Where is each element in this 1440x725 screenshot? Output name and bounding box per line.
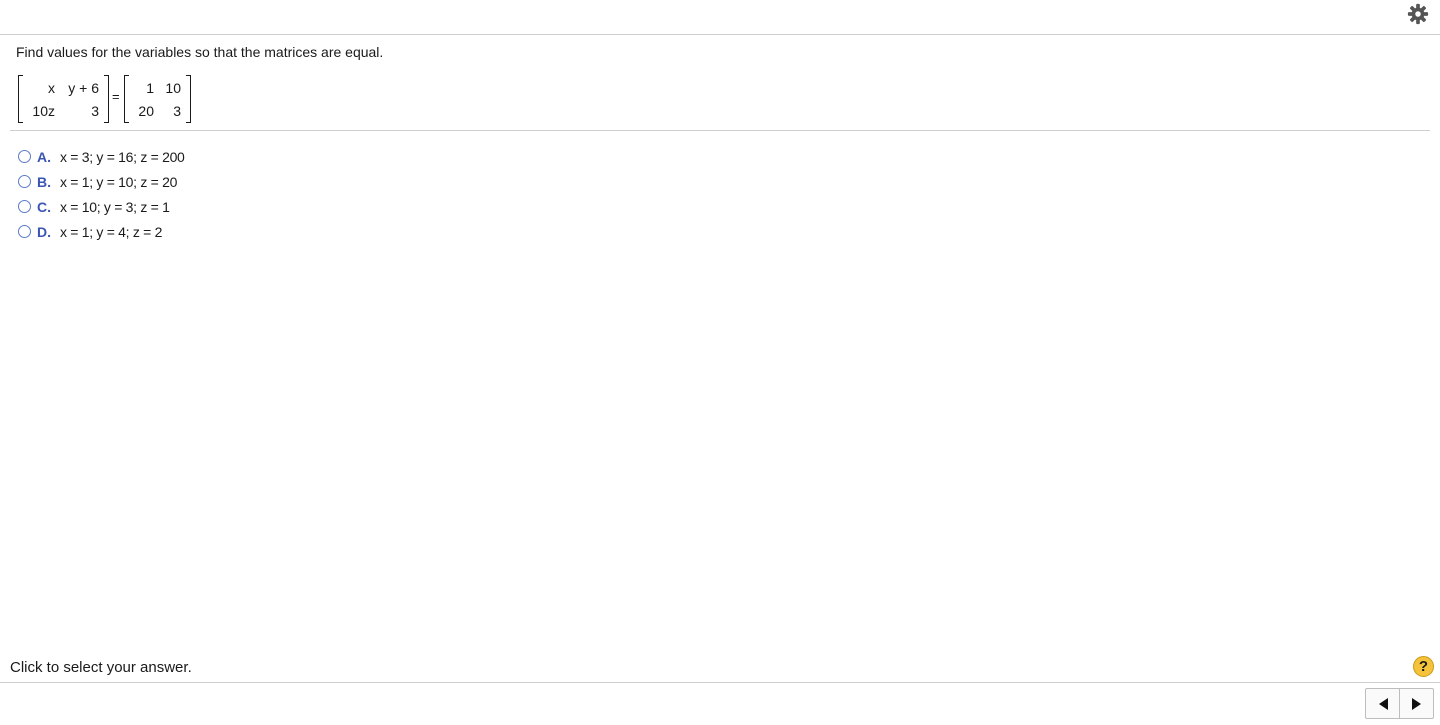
option-letter: D.: [37, 223, 51, 240]
answer-options: A. x = 3; y = 16; z = 200 B. x = 1; y = …: [18, 144, 185, 244]
option-text: x = 3; y = 16; z = 200: [60, 148, 185, 165]
matrix-cell: y + 6: [68, 80, 99, 96]
matrix-cell: 3: [91, 103, 99, 119]
radio-button[interactable]: [18, 200, 31, 213]
right-bracket: [104, 75, 109, 123]
option-d[interactable]: D. x = 1; y = 4; z = 2: [18, 219, 185, 244]
right-matrix: 1 10 20 3: [124, 75, 191, 123]
help-button[interactable]: ?: [1413, 656, 1434, 677]
matrix-cell: 3: [173, 103, 181, 119]
matrix-cell: 10: [165, 80, 181, 96]
option-a[interactable]: A. x = 3; y = 16; z = 200: [18, 144, 185, 169]
question-prompt: Find values for the variables so that th…: [16, 44, 384, 60]
option-text: x = 1; y = 4; z = 2: [60, 223, 163, 240]
footer-divider: [0, 682, 1440, 683]
matrix-cell: 1: [146, 80, 154, 96]
previous-button[interactable]: [1366, 689, 1400, 718]
matrix-cell: 10z: [32, 103, 55, 119]
next-button[interactable]: [1400, 689, 1433, 718]
option-c[interactable]: C. x = 10; y = 3; z = 1: [18, 194, 185, 219]
help-icon: ?: [1418, 658, 1429, 675]
arrow-right-icon: [1411, 697, 1421, 710]
radio-button[interactable]: [18, 225, 31, 238]
left-bracket: [18, 75, 23, 123]
left-matrix: x y + 6 10z 3: [18, 75, 109, 123]
radio-button[interactable]: [18, 150, 31, 163]
question-divider: [10, 130, 1430, 131]
left-bracket: [124, 75, 129, 123]
navigation-buttons: [1365, 688, 1434, 719]
matrix-cell: 20: [138, 103, 154, 119]
equals-sign: =: [112, 89, 120, 104]
gear-icon[interactable]: [1407, 3, 1429, 25]
option-b[interactable]: B. x = 1; y = 10; z = 20: [18, 169, 185, 194]
option-text: x = 10; y = 3; z = 1: [60, 198, 170, 215]
right-bracket: [186, 75, 191, 123]
top-toolbar: [0, 0, 1440, 35]
option-text: x = 1; y = 10; z = 20: [60, 173, 178, 190]
option-letter: B.: [37, 173, 51, 190]
option-letter: A.: [37, 148, 51, 165]
matrix-cell: x: [48, 80, 55, 96]
arrow-left-icon: [1378, 697, 1388, 710]
radio-button[interactable]: [18, 175, 31, 188]
option-letter: C.: [37, 198, 51, 215]
status-message: Click to select your answer.: [10, 659, 192, 676]
